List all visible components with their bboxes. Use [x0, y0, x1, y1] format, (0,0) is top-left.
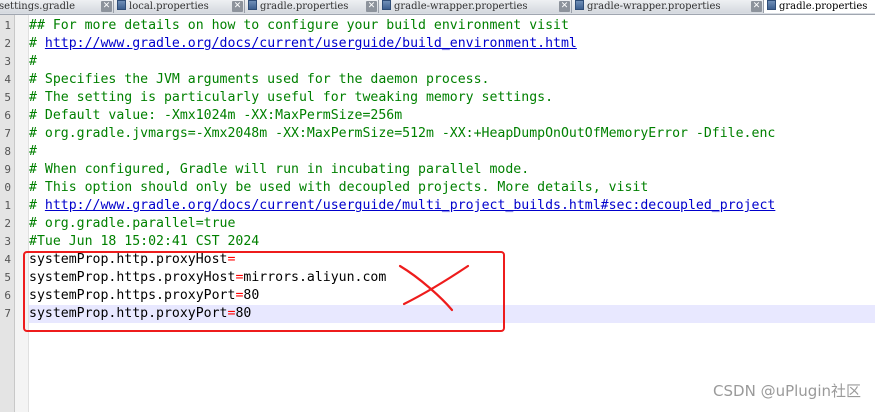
tab-bar: settings.gradle ✕ local.properties ✕ gra…	[0, 0, 875, 15]
close-icon[interactable]: ✕	[366, 1, 377, 12]
comment-text: #Tue Jun 18 15:02:41 CST 2024	[29, 234, 260, 249]
code-line: 7 # org.gradle.jvmargs=-Xmx2048m -XX:MaxP…	[4, 125, 875, 143]
line-number: 7	[4, 307, 11, 320]
line-number: 5	[4, 271, 11, 284]
code-line: 5 # The setting is particularly useful fo…	[4, 89, 875, 107]
comment-link-line: # http://www.gradle.org/docs/current/use…	[29, 197, 775, 215]
comment-text: # org.gradle.jvmargs=-Xmx2048m -XX:MaxPe…	[29, 126, 776, 141]
tab-gradle-wrapper-properties[interactable]: gradle-wrapper.properties ✕	[379, 0, 572, 13]
line-number: 2	[4, 217, 11, 230]
docs-link[interactable]: http://www.gradle.org/docs/current/userg…	[45, 198, 775, 213]
comment-text: # Default value: -Xmx1024m -XX:MaxPermSi…	[29, 108, 403, 123]
line-number: 8	[4, 145, 11, 158]
line-number: 1	[4, 199, 11, 212]
line-number: 4	[4, 253, 11, 266]
line-number: 6	[4, 289, 11, 302]
code-line: 2 # http://www.gradle.org/docs/current/us…	[4, 35, 875, 53]
code-line: 1 # http://www.gradle.org/docs/current/us…	[4, 197, 875, 215]
properties-file-icon	[117, 0, 126, 10]
comment-prefix: #	[29, 36, 45, 51]
line-number: 4	[4, 73, 11, 86]
code-line: 8 #	[4, 143, 875, 161]
line-number: 2	[4, 37, 11, 50]
comment-prefix: #	[29, 198, 45, 213]
tab-label: gradle-wrapper.properties	[394, 1, 528, 12]
watermark: CSDN @uPlugin社区	[713, 382, 861, 400]
comment-text: # Specifies the JVM arguments used for t…	[29, 72, 490, 87]
code-line: 3 #	[4, 53, 875, 71]
comment-text: # org.gradle.parallel=true	[29, 216, 236, 231]
code-line: 4 # Specifies the JVM arguments used for …	[4, 71, 875, 89]
properties-file-icon	[382, 0, 391, 10]
line-number: 9	[4, 163, 11, 176]
tab-label: gradle.properties	[779, 1, 868, 12]
code-line: 3 #Tue Jun 18 15:02:41 CST 2024	[4, 233, 875, 251]
line-number: 6	[4, 109, 11, 122]
tab-settings-gradle[interactable]: settings.gradle ✕	[0, 0, 114, 13]
properties-file-icon	[575, 0, 584, 10]
tab-label: local.properties	[129, 1, 209, 12]
tab-local-properties[interactable]: local.properties ✕	[114, 0, 245, 13]
close-icon[interactable]: ✕	[559, 1, 570, 12]
code-line: 6 # Default value: -Xmx1024m -XX:MaxPermS…	[4, 107, 875, 125]
comment-text: ## For more details on how to configure …	[29, 18, 569, 33]
tab-label: gradle.properties	[260, 1, 349, 12]
comment-text: # This option should only be used with d…	[29, 180, 649, 195]
comment-link-line: # http://www.gradle.org/docs/current/use…	[29, 35, 577, 53]
line-number: 7	[4, 127, 11, 140]
line-number: 1	[4, 19, 11, 32]
line-number: 3	[4, 235, 11, 248]
properties-file-icon	[767, 0, 776, 10]
tab-gradle-properties-active[interactable]: gradle.properties	[764, 0, 875, 13]
close-icon[interactable]: ✕	[101, 1, 112, 12]
docs-link[interactable]: http://www.gradle.org/docs/current/userg…	[45, 36, 577, 51]
line-number: 3	[4, 55, 11, 68]
comment-text: # The setting is particularly useful for…	[29, 90, 554, 105]
line-number: 5	[4, 91, 11, 104]
comment-text: # When configured, Gradle will run in in…	[29, 162, 530, 177]
tab-gradle-properties[interactable]: gradle.properties ✕	[245, 0, 379, 13]
comment-text: #	[29, 54, 37, 69]
line-number: 0	[4, 181, 11, 194]
fold-margin	[15, 15, 29, 412]
properties-file-icon	[248, 0, 257, 10]
annotation-cross-mark	[398, 264, 470, 312]
close-icon[interactable]: ✕	[232, 1, 243, 12]
code-line: 9 # When configured, Gradle will run in i…	[4, 161, 875, 179]
comment-text: #	[29, 144, 37, 159]
code-line: 2 # org.gradle.parallel=true	[4, 215, 875, 233]
tab-gradle-wrapper-properties-2[interactable]: gradle-wrapper.properties ✕	[572, 0, 764, 13]
close-icon[interactable]: ✕	[751, 1, 762, 12]
code-line: 1 ## For more details on how to configure…	[4, 17, 875, 35]
tab-label: gradle-wrapper.properties	[587, 1, 721, 12]
tab-label: settings.gradle	[0, 1, 76, 12]
code-line: 0 # This option should only be used with …	[4, 179, 875, 197]
